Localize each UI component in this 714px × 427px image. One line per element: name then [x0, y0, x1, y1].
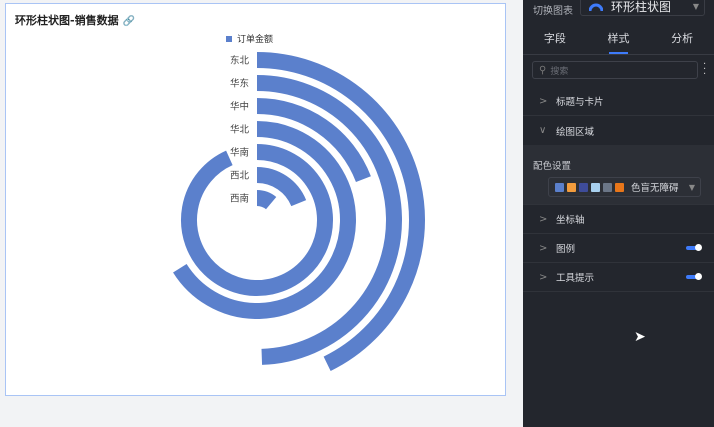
section-label: 绘图区域	[556, 126, 595, 138]
palette-swatch	[567, 182, 576, 192]
chart-type-select[interactable]: 环形柱状图 ▼	[580, 0, 705, 16]
section-label: 标题与卡片	[556, 97, 604, 108]
more-icon[interactable]: · · ·	[703, 60, 709, 80]
palette-swatch	[591, 182, 600, 192]
chevron-right-icon: >	[539, 95, 548, 107]
search-input[interactable]: ⚲ 搜索	[532, 61, 698, 79]
chart-card: 环形柱状图-销售数据 🔗 订单金额 东北 华东 华中 华北 华南 西北 西南	[5, 3, 506, 396]
chevron-down-icon: ∨	[539, 125, 547, 136]
chevron-down-icon: ▼	[692, 2, 699, 11]
section-tooltip[interactable]: > 工具提示	[523, 263, 714, 292]
switch-chart-label: 切换图表	[533, 6, 573, 17]
chart-type-value: 环形柱状图	[611, 0, 672, 14]
color-settings: 配色设置 色盲无障碍 ▼ ➤	[523, 145, 714, 345]
category-label: 华南	[230, 147, 249, 159]
search-placeholder: 搜索	[550, 66, 569, 77]
mouse-cursor-icon: ➤	[634, 329, 646, 345]
category-label: 西北	[230, 171, 250, 182]
section-label: 图例	[556, 244, 576, 255]
chevron-right-icon: >	[539, 271, 548, 283]
tab-analysis[interactable]: 分析	[650, 22, 714, 54]
chevron-down-icon: ▼	[688, 183, 695, 192]
radial-bar-chart: 东北华东华中华北华南西北西南	[173, 52, 425, 371]
section-legend[interactable]: > 图例	[523, 234, 714, 263]
section-title-card[interactable]: > 标题与卡片	[523, 87, 714, 116]
tab-style[interactable]: 样式	[587, 22, 651, 54]
palette-swatch	[603, 182, 612, 192]
section-label: 工具提示	[556, 273, 595, 284]
chevron-right-icon: >	[539, 213, 548, 225]
category-label: 华中	[230, 101, 249, 113]
section-plot-area[interactable]: ∨ 绘图区域	[523, 116, 714, 145]
section-axis[interactable]: > 坐标轴	[523, 205, 714, 234]
radial-bar-西南[interactable]	[256, 190, 277, 210]
radial-chart-icon	[589, 3, 603, 11]
palette-name: 色盲无障碍	[631, 183, 679, 194]
section-label: 坐标轴	[556, 215, 585, 226]
palette-select[interactable]: 色盲无障碍 ▼	[548, 177, 701, 197]
palette-swatch	[579, 182, 588, 192]
category-label: 东北	[230, 55, 250, 67]
category-label: 华东	[230, 78, 249, 90]
panel-tabs: 字段 样式 分析	[523, 22, 714, 55]
search-icon: ⚲	[539, 64, 547, 76]
category-label: 华北	[230, 124, 250, 136]
palette-swatch	[615, 182, 624, 192]
tab-fields[interactable]: 字段	[523, 22, 587, 54]
legend-toggle[interactable]	[686, 244, 702, 251]
category-label: 西南	[230, 193, 249, 205]
color-settings-label: 配色设置	[533, 161, 572, 172]
palette-swatch	[555, 182, 564, 192]
settings-panel: 切换图表 环形柱状图 ▼ 字段 样式 分析 ⚲ 搜索 · · · > 标题与卡片 ∨ 绘图…	[523, 0, 714, 427]
tooltip-toggle[interactable]	[686, 273, 702, 280]
chevron-right-icon: >	[539, 242, 548, 254]
